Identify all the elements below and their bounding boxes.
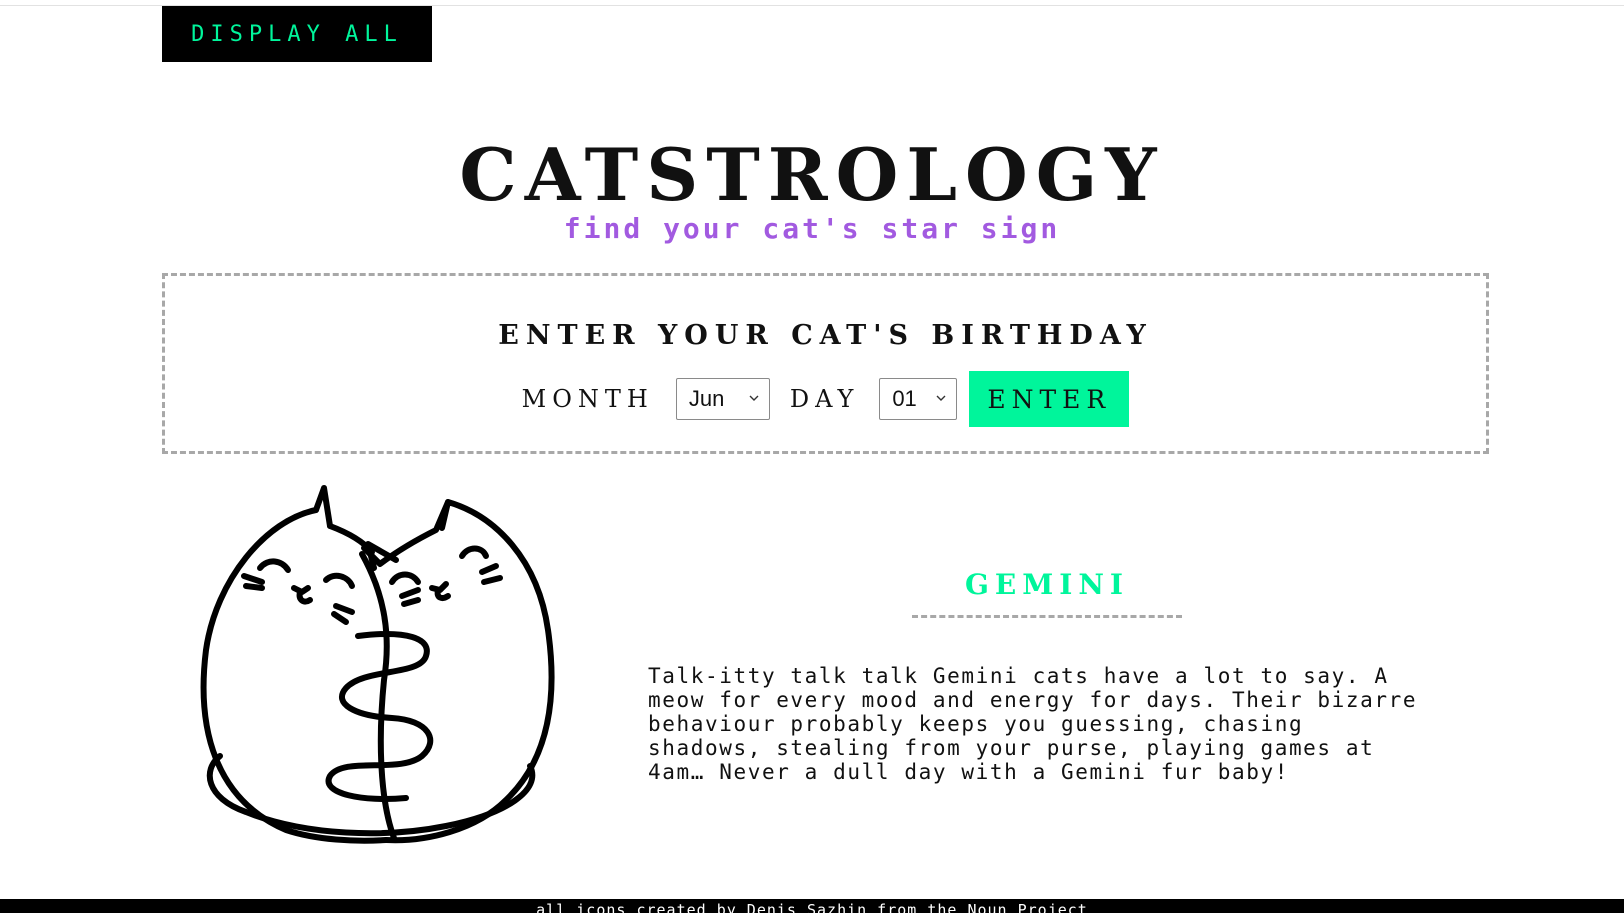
- page-subtitle: find your cat's star sign: [563, 212, 1061, 245]
- month-select-value: Jun: [688, 386, 725, 411]
- sign-divider: [912, 615, 1182, 618]
- birthday-heading: ENTER YOUR CAT'S BIRTHDAY: [498, 320, 1153, 351]
- birthday-form: ENTER YOUR CAT'S BIRTHDAY MONTH Jun DAY …: [162, 273, 1489, 454]
- star-sign-description: Talk-itty talk talk Gemini cats have a l…: [648, 664, 1418, 784]
- month-select[interactable]: Jun: [675, 378, 770, 420]
- star-sign-name: GEMINI: [964, 568, 1130, 601]
- page-title: CATSTROLOGY: [459, 132, 1165, 217]
- chevron-down-icon: [749, 395, 759, 401]
- gemini-twin-cats-icon: [200, 485, 555, 844]
- day-label: DAY: [789, 385, 860, 413]
- enter-button[interactable]: ENTER: [969, 371, 1130, 427]
- display-all-button[interactable]: DISPLAY ALL: [162, 6, 432, 62]
- chevron-down-icon: [936, 395, 946, 401]
- footer-credit: all icons created by Denis Sazhin from t…: [0, 899, 1624, 913]
- birthday-inputs-row: MONTH Jun DAY 01 ENTER: [165, 371, 1486, 427]
- day-select-value: 01: [892, 386, 917, 411]
- day-select[interactable]: 01: [879, 378, 958, 420]
- month-label: MONTH: [521, 385, 654, 413]
- catstrology-page: DISPLAY ALL CATSTROLOGY find your cat's …: [0, 0, 1624, 913]
